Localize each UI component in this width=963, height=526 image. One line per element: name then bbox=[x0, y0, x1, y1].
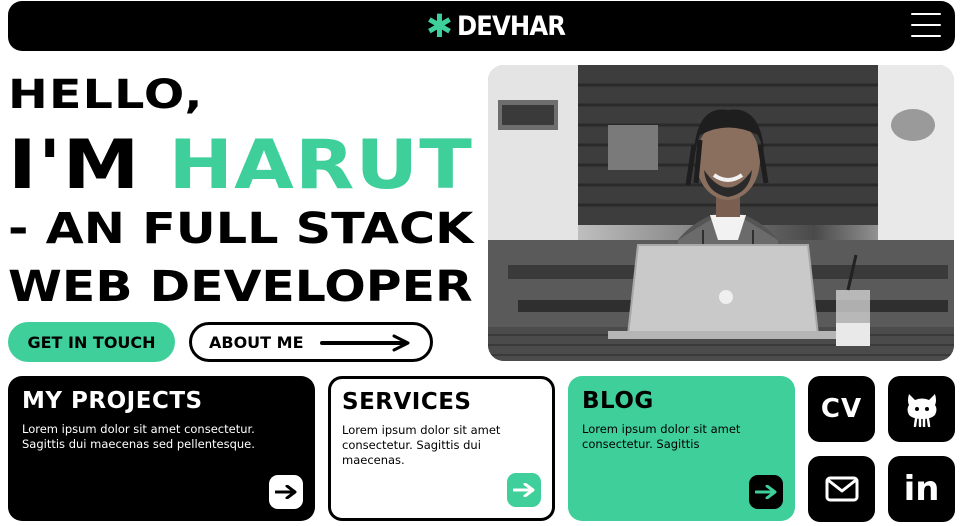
blog-arrow-button[interactable] bbox=[749, 475, 783, 509]
blog-card-title: BLOG bbox=[582, 388, 654, 414]
logo[interactable]: ✱ DEVHAR bbox=[426, 8, 577, 44]
services-card[interactable]: SERVICES Lorem ipsum dolor sit amet cons… bbox=[328, 376, 555, 521]
projects-arrow-button[interactable] bbox=[269, 475, 303, 509]
hamburger-menu-icon[interactable] bbox=[911, 13, 941, 37]
linkedin-icon: in bbox=[903, 469, 940, 509]
arrow-right-icon bbox=[320, 334, 410, 352]
mail-button[interactable] bbox=[808, 456, 875, 522]
arrow-right-icon bbox=[513, 483, 535, 497]
cv-button[interactable]: CV bbox=[808, 376, 875, 442]
asterisk-icon: ✱ bbox=[426, 7, 453, 45]
hero-line-name: I'M HARUT bbox=[8, 126, 473, 205]
projects-card-title: MY PROJECTS bbox=[22, 388, 203, 414]
cv-label: CV bbox=[820, 394, 863, 424]
hero-line-title: WEB DEVELOPER bbox=[8, 262, 473, 312]
logo-text: DEVHAR bbox=[456, 10, 566, 42]
hero-name: HARUT bbox=[168, 126, 473, 205]
projects-card[interactable]: MY PROJECTS Lorem ipsum dolor sit amet c… bbox=[8, 376, 315, 521]
hero-line-role: - AN FULL STACK bbox=[8, 204, 474, 254]
get-in-touch-button[interactable]: GET IN TOUCH bbox=[8, 322, 175, 362]
hero-line-hello: HELLO, bbox=[8, 72, 204, 118]
arrow-right-icon bbox=[755, 485, 777, 499]
portrait-photo-illustration bbox=[488, 65, 954, 361]
about-me-button[interactable]: ABOUT ME bbox=[189, 322, 433, 362]
top-navbar: ✱ DEVHAR bbox=[8, 1, 955, 51]
blog-card[interactable]: BLOG Lorem ipsum dolor sit amet consecte… bbox=[568, 376, 795, 521]
mail-icon bbox=[825, 476, 858, 502]
services-card-text: Lorem ipsum dolor sit amet consectetur. … bbox=[342, 423, 501, 467]
hero-line-prefix: I'M bbox=[8, 126, 169, 205]
projects-card-text: Lorem ipsum dolor sit amet consectetur. … bbox=[22, 422, 255, 451]
arrow-right-icon bbox=[275, 485, 297, 499]
services-arrow-button[interactable] bbox=[507, 473, 541, 507]
blog-card-text: Lorem ipsum dolor sit amet consectetur. … bbox=[582, 422, 741, 451]
github-octocat-icon bbox=[907, 394, 936, 427]
portrait-photo bbox=[488, 65, 954, 361]
about-me-label: ABOUT ME bbox=[209, 332, 304, 352]
linkedin-button[interactable]: in bbox=[888, 456, 955, 522]
github-button[interactable] bbox=[888, 376, 955, 442]
services-card-title: SERVICES bbox=[342, 389, 472, 415]
